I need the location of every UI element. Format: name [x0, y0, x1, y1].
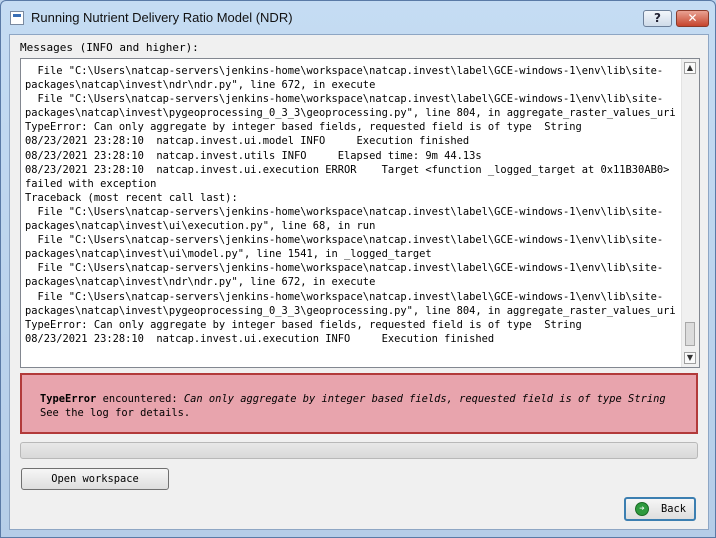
app-window-icon	[10, 11, 24, 25]
log-line: packages\natcap\invest\pygeoprocessing_0…	[25, 304, 676, 317]
log-line: packages\natcap\invest\pygeoprocessing_0…	[25, 107, 676, 120]
window-title: Running Nutrient Delivery Ratio Model (N…	[31, 10, 293, 25]
scroll-up-icon[interactable]: ▲	[684, 62, 696, 74]
log-scrollbar[interactable]: ▲ ▼	[681, 59, 699, 367]
app-window: Running Nutrient Delivery Ratio Model (N…	[0, 0, 716, 538]
error-summary: TypeError encountered: Can only aggregat…	[40, 393, 666, 405]
log-line: File "C:\Users\natcap-servers\jenkins-ho…	[25, 93, 664, 106]
log-line: File "C:\Users\natcap-servers\jenkins-ho…	[25, 262, 664, 275]
log-line: 08/23/2021 23:28:10 natcap.invest.ui.exe…	[25, 163, 670, 176]
messages-label: Messages (INFO and higher):	[20, 41, 199, 54]
error-type: TypeError	[40, 393, 97, 405]
log-line: Traceback (most recent call last):	[25, 191, 238, 204]
log-line: File "C:\Users\natcap-servers\jenkins-ho…	[25, 290, 664, 303]
error-banner: TypeError encountered: Can only aggregat…	[20, 373, 698, 434]
log-line: 08/23/2021 23:28:10 natcap.invest.utils …	[25, 149, 482, 162]
log-line: packages\natcap\invest\ui\execution.py",…	[25, 220, 376, 233]
scroll-thumb[interactable]	[685, 322, 695, 346]
help-button[interactable]: ?	[643, 10, 672, 27]
title-bar: Running Nutrient Delivery Ratio Model (N…	[1, 1, 715, 35]
log-line: packages\natcap\invest\ui\model.py", lin…	[25, 248, 432, 261]
dialog-body: Messages (INFO and higher): File "C:\Use…	[9, 34, 709, 530]
log-line: 08/23/2021 23:28:10 natcap.invest.ui.exe…	[25, 332, 495, 345]
back-arrow-icon: ➔	[635, 502, 649, 516]
log-line: failed with exception	[25, 177, 157, 190]
log-text: File "C:\Users\natcap-servers\jenkins-ho…	[25, 64, 679, 346]
back-label: Back	[661, 503, 687, 515]
error-see-log: See the log for details.	[40, 407, 191, 419]
error-message: Can only aggregate by integer based fiel…	[183, 393, 666, 405]
back-button[interactable]: ➔ Back	[624, 497, 696, 521]
log-line: 08/23/2021 23:28:10 natcap.invest.ui.mod…	[25, 135, 470, 148]
log-line: packages\natcap\invest\ndr\ndr.py", line…	[25, 276, 376, 289]
log-line: packages\natcap\invest\ndr\ndr.py", line…	[25, 79, 376, 92]
log-line: File "C:\Users\natcap-servers\jenkins-ho…	[25, 234, 664, 247]
log-line: File "C:\Users\natcap-servers\jenkins-ho…	[25, 65, 664, 77]
open-workspace-button[interactable]: Open workspace	[21, 468, 169, 490]
error-encountered-text: encountered:	[96, 393, 184, 405]
log-line: TypeError: Can only aggregate by integer…	[25, 318, 582, 331]
progress-bar	[20, 442, 698, 459]
log-line: File "C:\Users\natcap-servers\jenkins-ho…	[25, 205, 664, 218]
log-line: TypeError: Can only aggregate by integer…	[25, 121, 582, 134]
close-button[interactable]: ✕	[676, 10, 709, 27]
scroll-down-icon[interactable]: ▼	[684, 352, 696, 364]
log-textarea[interactable]: File "C:\Users\natcap-servers\jenkins-ho…	[20, 58, 700, 368]
